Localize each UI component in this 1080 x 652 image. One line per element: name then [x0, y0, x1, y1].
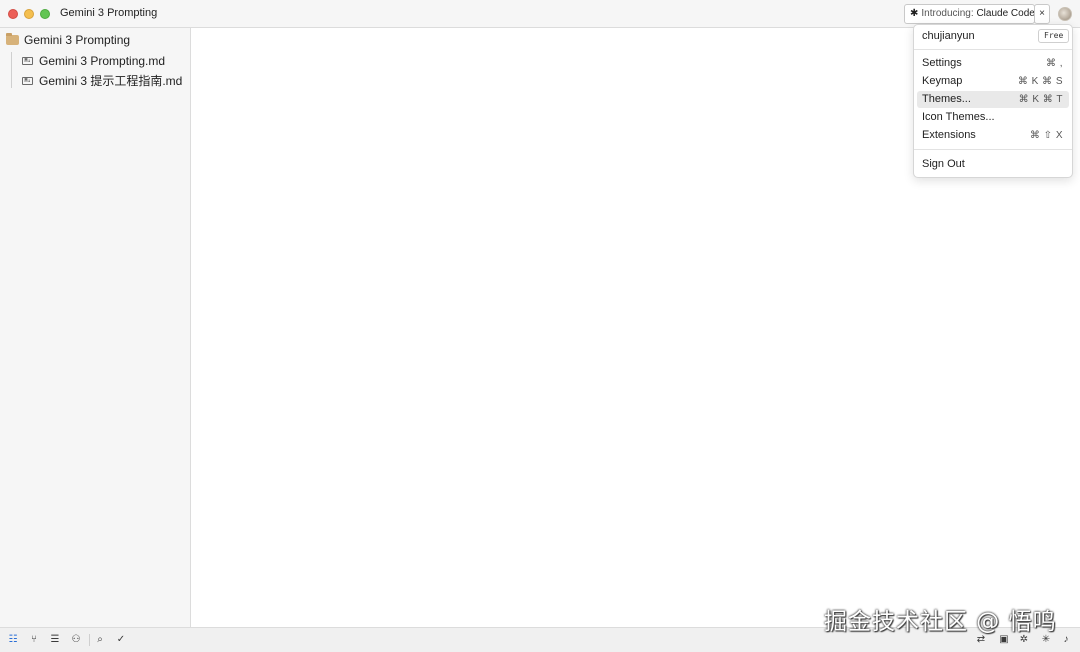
announcement-product: Claude Code — [976, 8, 1035, 19]
menu-item-extensions[interactable]: Extensions ⌘ ⇧ X — [917, 127, 1069, 144]
folder-open-icon — [6, 33, 19, 45]
markdown-file-icon: M↓ — [22, 57, 33, 65]
announcement-prefix: Introducing: — [921, 8, 974, 19]
menu-item-label: Icon Themes... — [922, 111, 995, 123]
markdown-file-icon: M↓ — [22, 77, 33, 85]
menu-item-label: Keymap — [922, 75, 963, 87]
tree-indent-guide — [11, 52, 12, 88]
collab-icon[interactable]: ⚇ — [70, 634, 82, 646]
status-bar-divider — [89, 634, 90, 646]
minimize-window-button[interactable] — [24, 9, 34, 19]
menu-item-settings[interactable]: Settings ⌘ , — [917, 55, 1069, 72]
menu-divider — [914, 49, 1072, 50]
announcement-banner[interactable]: ✱ Introducing: Claude Code — [904, 4, 1035, 24]
outline-icon[interactable]: ☰ — [49, 634, 61, 646]
watermark: 掘金技术社区 @ 悟鸣 — [824, 609, 1057, 635]
menu-username: chujianyun — [922, 30, 975, 42]
diagnostics-check-icon[interactable]: ✓ — [115, 634, 127, 646]
project-panel-icon[interactable]: ☷ — [7, 634, 19, 646]
file-item-label: Gemini 3 Prompting.md — [39, 54, 166, 68]
window-title: Gemini 3 Prompting — [60, 7, 158, 19]
announcement-close-button[interactable]: × — [1034, 4, 1050, 24]
sparkle-icon: ✱ — [910, 8, 919, 19]
menu-item-label: Extensions — [922, 129, 976, 141]
search-icon[interactable]: ⌕ — [94, 634, 106, 646]
notification-bell-icon[interactable]: ♪ — [1060, 634, 1072, 646]
user-menu: chujianyun Free Settings ⌘ , Keymap ⌘ K … — [913, 24, 1073, 178]
project-root-label: Gemini 3 Prompting — [24, 33, 131, 47]
menu-divider — [914, 149, 1072, 150]
project-root-folder[interactable]: Gemini 3 Prompting — [6, 31, 130, 49]
user-avatar[interactable] — [1058, 7, 1072, 21]
menu-item-sign-out[interactable]: Sign Out — [917, 156, 1069, 173]
git-branch-icon[interactable]: ⑂ — [28, 634, 40, 646]
file-item-label: Gemini 3 提示工程指南.md — [39, 74, 183, 88]
menu-item-shortcut: ⌘ K ⌘ S — [1017, 76, 1063, 87]
menu-item-keymap[interactable]: Keymap ⌘ K ⌘ S — [917, 73, 1069, 90]
project-panel: Gemini 3 Prompting M↓ Gemini 3 Prompting… — [0, 28, 191, 627]
plan-badge: Free — [1038, 29, 1070, 43]
menu-item-shortcut: ⌘ K ⌘ T — [1018, 94, 1063, 105]
zoom-window-button[interactable] — [40, 9, 50, 19]
file-item[interactable]: M↓ Gemini 3 Prompting.md — [22, 52, 165, 70]
menu-item-label: Settings — [922, 57, 962, 69]
file-item[interactable]: M↓ Gemini 3 提示工程指南.md — [22, 72, 182, 90]
menu-item-icon-themes[interactable]: Icon Themes... — [917, 109, 1069, 126]
close-window-button[interactable] — [8, 9, 18, 19]
menu-item-shortcut: ⌘ ⇧ X — [1029, 130, 1063, 141]
menu-item-shortcut: ⌘ , — [1045, 58, 1063, 69]
menu-item-themes[interactable]: Themes... ⌘ K ⌘ T — [917, 91, 1069, 108]
menu-item-label: Themes... — [922, 93, 971, 105]
menu-item-label: Sign Out — [922, 158, 965, 170]
